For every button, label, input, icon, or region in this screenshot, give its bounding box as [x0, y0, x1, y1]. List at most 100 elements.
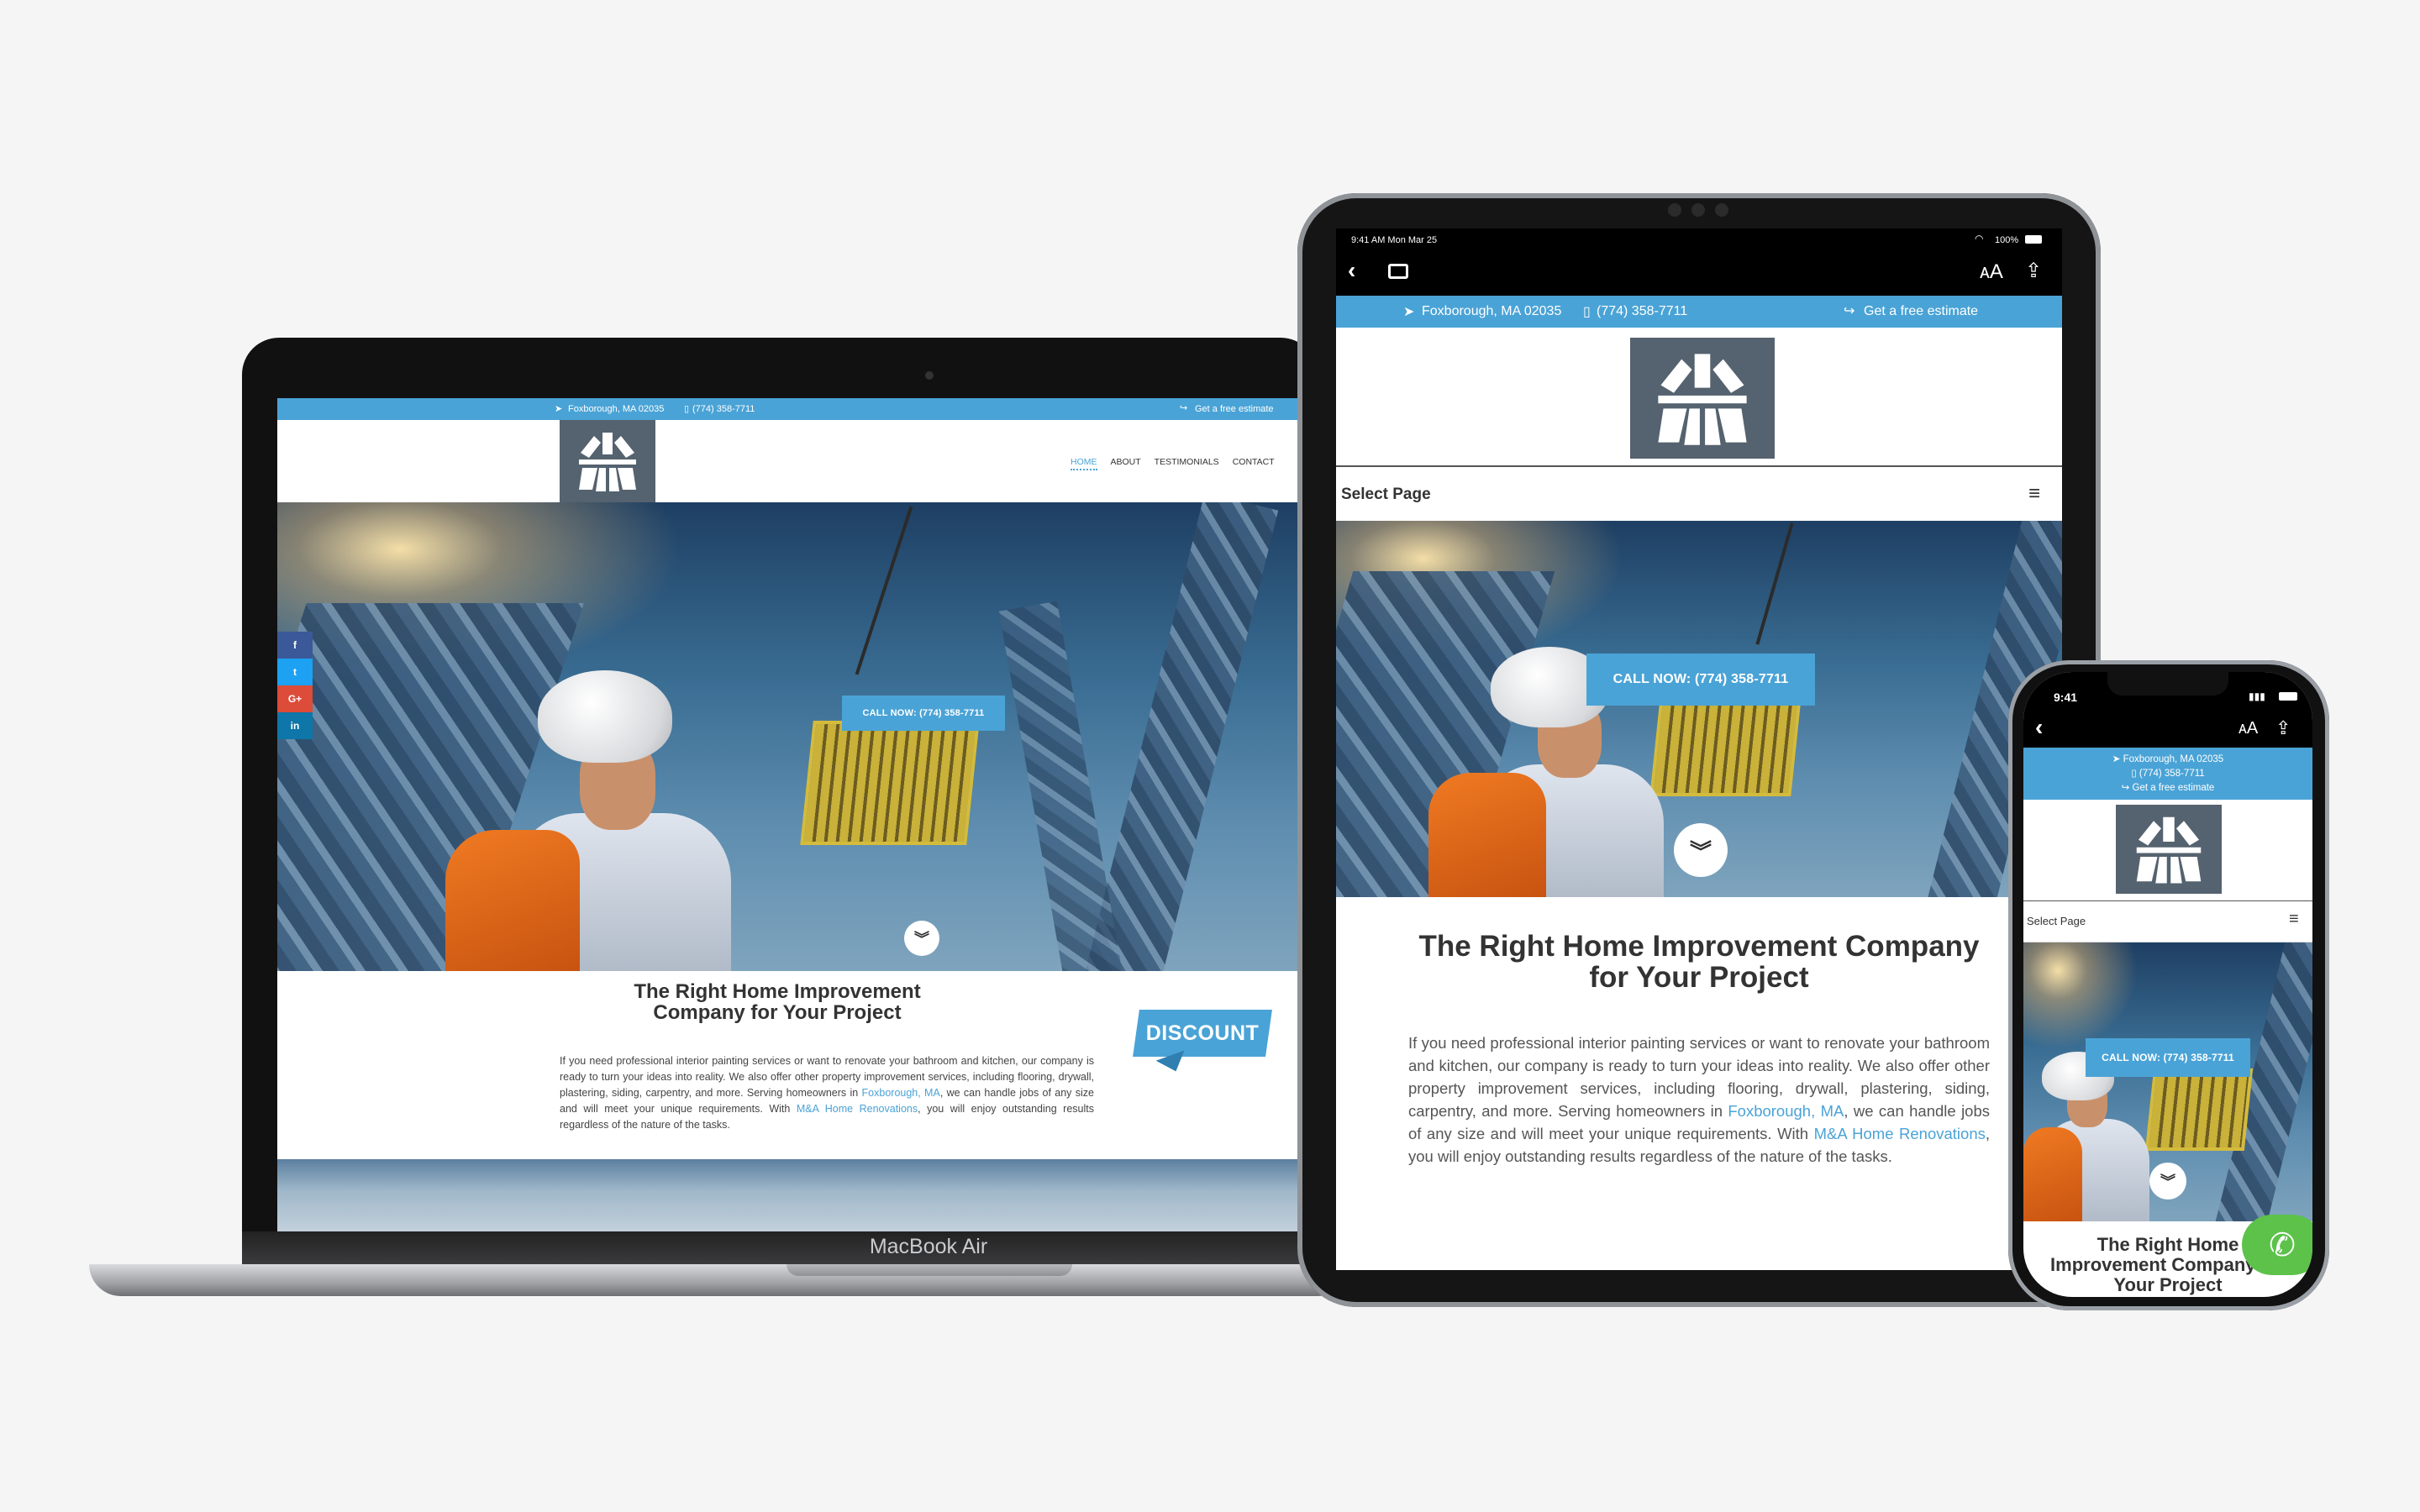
- location-arrow-icon: ➤: [1403, 305, 1415, 319]
- phone-scroll-down-icon[interactable]: ︾: [2149, 1163, 2186, 1200]
- laptop-base: [89, 1264, 1349, 1296]
- hamburger-menu-icon[interactable]: ≡: [2028, 482, 2040, 506]
- phone-topbar: ➤ Foxborough, MA 02035 ▯ (774) 358-7711 …: [2023, 748, 2312, 800]
- phone-estimate-text: Get a free estimate: [2132, 782, 2215, 793]
- facebook-icon[interactable]: f: [277, 632, 313, 659]
- social-sidebar: f t G+ in: [277, 632, 313, 739]
- share-icon[interactable]: ⇪: [2025, 259, 2042, 283]
- tablet-select-page-bar[interactable]: Select Page ≡: [1336, 465, 2062, 522]
- laptop-header: HOME ABOUT TESTIMONIALS CONTACT: [277, 420, 1299, 502]
- laptop-location: Foxborough, MA 02035: [568, 404, 665, 414]
- mobile-phone-icon: ▯: [1583, 305, 1591, 319]
- tablet-scroll-down-icon[interactable]: ︾: [1674, 823, 1728, 877]
- foxborough-link[interactable]: Foxborough, MA: [862, 1087, 940, 1099]
- back-chevron-icon[interactable]: ‹: [2035, 714, 2043, 741]
- share-arrow-icon: ↪: [1844, 304, 1855, 318]
- sidebar-toggle-icon[interactable]: [1388, 264, 1408, 279]
- laptop-nav: HOME ABOUT TESTIMONIALS CONTACT: [1071, 457, 1275, 470]
- tools-logo-icon: [2136, 816, 2202, 884]
- phone-hero-image: CALL NOW: (774) 358-7711 ︾: [2023, 942, 2312, 1221]
- crane-cable: [855, 506, 913, 675]
- laptop-call-now-button[interactable]: CALL NOW: (774) 358-7711: [842, 696, 1005, 731]
- laptop-notch: [786, 1264, 1072, 1276]
- tablet-heading: The Right Home Improvement Company for Y…: [1418, 930, 1980, 994]
- battery-icon: [2279, 692, 2297, 701]
- laptop-estimate-link[interactable]: Get a free estimate: [1195, 404, 1274, 414]
- tablet-status-time: 9:41 AM Mon Mar 25: [1351, 235, 1438, 245]
- share-icon[interactable]: ⇪: [2275, 717, 2291, 739]
- phone-location: ➤ Foxborough, MA 02035: [2112, 753, 2224, 764]
- laptop-brand-label: MacBook Air: [869, 1235, 988, 1258]
- linkedin-icon[interactable]: in: [277, 712, 313, 739]
- tablet-hero-image: CALL NOW: (774) 358-7711 ︾: [1336, 521, 2062, 897]
- tablet-battery-label: 100%: [1995, 235, 2019, 245]
- laptop-phone[interactable]: (774) 358-7711: [692, 404, 755, 414]
- laptop-scroll-down-icon[interactable]: ︾: [904, 921, 939, 956]
- tablet-site-logo[interactable]: [1630, 338, 1775, 459]
- phone-phone-text: (774) 358-7711: [2139, 768, 2205, 779]
- hamburger-menu-icon[interactable]: ≡: [2289, 910, 2299, 929]
- text-size-icon[interactable]: ᴀA: [1980, 260, 2003, 284]
- company-link[interactable]: M&A Home Renovations: [797, 1103, 918, 1115]
- share-arrow-icon: ↪: [1180, 403, 1188, 413]
- signal-icon: ▮▮▮: [2249, 690, 2265, 702]
- phone-location-text: Foxborough, MA 02035: [2123, 753, 2224, 764]
- crane-tower-right: [1082, 502, 1279, 971]
- discount-label: DISCOUNT: [1145, 1021, 1260, 1045]
- tablet-topbar: ➤ Foxborough, MA 02035 ▯ (774) 358-7711 …: [1336, 296, 2062, 328]
- phone-browser-chrome: 9:41 ▮▮▮ ‹ ᴀA ⇪: [2023, 672, 2312, 748]
- phone-estimate-link[interactable]: ↪ Get a free estimate: [2122, 781, 2215, 795]
- laptop-body-text: If you need professional interior painti…: [560, 1053, 1094, 1133]
- tablet-select-page-label: Select Page: [1341, 486, 1431, 503]
- nav-contact[interactable]: CONTACT: [1233, 457, 1275, 470]
- tools-logo-icon: [1658, 354, 1747, 445]
- discount-badge[interactable]: DISCOUNT: [1133, 1010, 1272, 1077]
- phone-status-time: 9:41: [2054, 690, 2078, 704]
- laptop-heading: The Right Home Improvement Company for Y…: [634, 980, 921, 1024]
- laptop-topbar: ➤ Foxborough, MA 02035 ▯ (774) 358-7711 …: [277, 398, 1299, 420]
- site-logo[interactable]: [560, 420, 655, 502]
- laptop-hero-image: CALL NOW: (774) 358-7711 ︾: [277, 502, 1299, 971]
- phone-site-logo[interactable]: [2116, 805, 2222, 894]
- laptop-next-section-image: [277, 1159, 1299, 1238]
- text-size-icon[interactable]: ᴀA: [2238, 719, 2258, 738]
- phone-select-page-bar[interactable]: Select Page ≡: [2023, 900, 2312, 942]
- crane-tower-right-2: [998, 601, 1128, 971]
- twitter-icon[interactable]: t: [277, 659, 313, 685]
- tablet-location: Foxborough, MA 02035: [1422, 304, 1562, 318]
- worker-vest: [445, 830, 580, 971]
- laptop-hinge: [242, 1231, 1326, 1265]
- laptop-screen: ➤ Foxborough, MA 02035 ▯ (774) 358-7711 …: [277, 398, 1299, 1238]
- tablet-camera: [1627, 203, 1770, 218]
- worker-helmet: [538, 670, 672, 763]
- phone-phone[interactable]: ▯ (774) 358-7711: [2131, 767, 2204, 781]
- worker-vest: [2023, 1127, 2082, 1221]
- laptop-camera: [925, 371, 934, 380]
- phone-select-page-label: Select Page: [2027, 915, 2086, 927]
- foxborough-link[interactable]: Foxborough, MA: [1728, 1102, 1844, 1120]
- phone-notch: [2107, 672, 2228, 696]
- tablet-estimate-link[interactable]: Get a free estimate: [1864, 304, 1978, 319]
- tablet-call-now-button[interactable]: CALL NOW: (774) 358-7711: [1586, 654, 1815, 706]
- location-arrow-icon: ➤: [555, 404, 563, 414]
- company-link[interactable]: M&A Home Renovations: [1814, 1125, 1986, 1142]
- nav-about[interactable]: ABOUT: [1111, 457, 1141, 470]
- tools-logo-icon: [579, 433, 636, 491]
- mobile-phone-icon: ▯: [684, 404, 690, 414]
- lifting-basket: [2144, 1068, 2254, 1151]
- worker-vest: [1428, 773, 1546, 897]
- nav-home[interactable]: HOME: [1071, 457, 1097, 470]
- back-chevron-icon[interactable]: ‹: [1348, 257, 1355, 284]
- floating-call-button[interactable]: ✆: [2242, 1215, 2312, 1275]
- nav-testimonials[interactable]: TESTIMONIALS: [1155, 457, 1219, 470]
- lifting-basket: [800, 721, 980, 845]
- tablet-body-text: If you need professional interior painti…: [1408, 1032, 1990, 1168]
- tablet-phone[interactable]: (774) 358-7711: [1597, 304, 1687, 319]
- tablet-browser-chrome: 9:41 AM Mon Mar 25 ◠ 100% ‹ ᴀA ⇪: [1336, 228, 2062, 296]
- tablet-screen: 9:41 AM Mon Mar 25 ◠ 100% ‹ ᴀA ⇪ ➤ Foxbo…: [1336, 228, 2062, 1270]
- battery-icon: [2025, 235, 2042, 244]
- phone-screen: 9:41 ▮▮▮ ‹ ᴀA ⇪ ➤ Foxborough, MA 02035 ▯…: [2023, 672, 2312, 1297]
- crane-cable: [1755, 522, 1794, 645]
- phone-call-now-button[interactable]: CALL NOW: (774) 358-7711: [2086, 1038, 2250, 1077]
- google-plus-icon[interactable]: G+: [277, 685, 313, 712]
